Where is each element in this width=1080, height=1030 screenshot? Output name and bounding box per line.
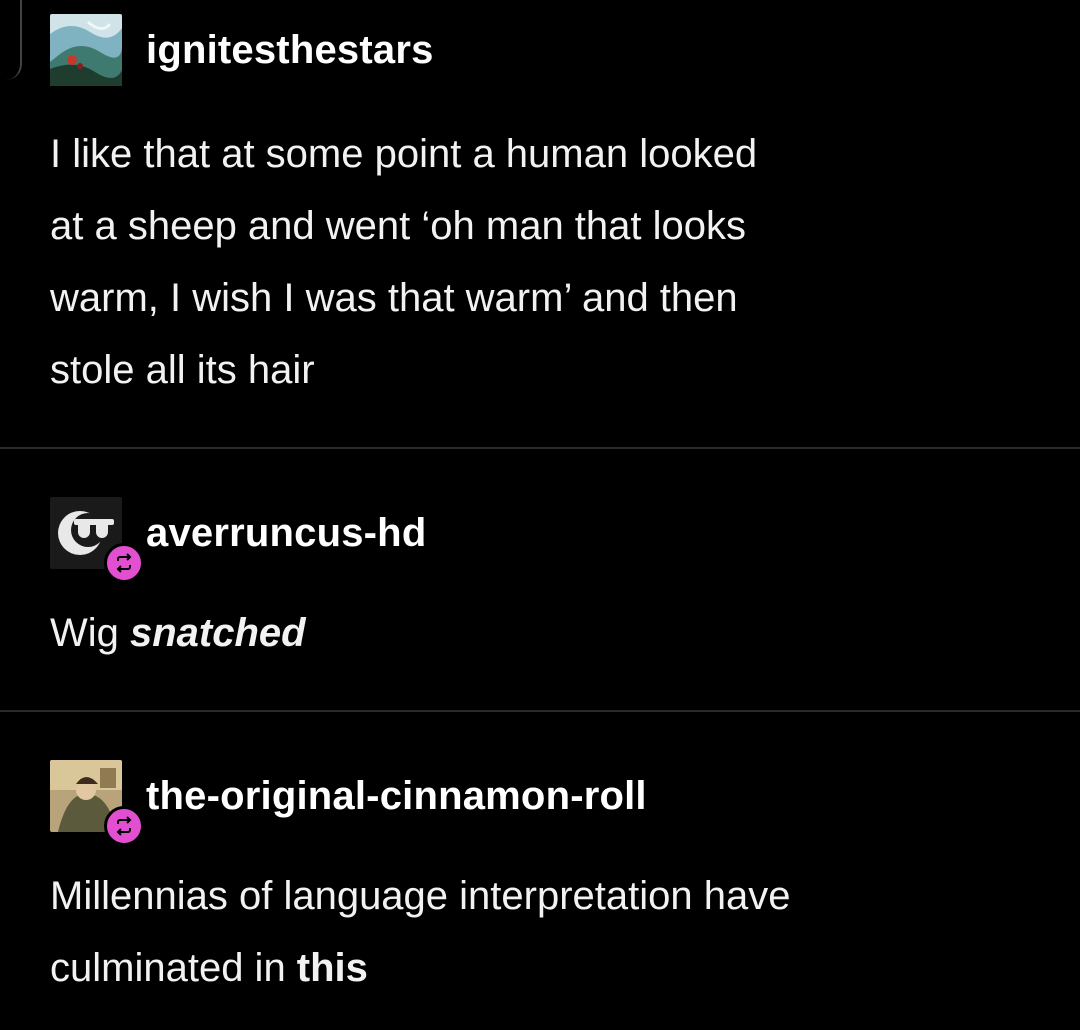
tumblr-thread: ignitesthestars I like that at some poin… [0, 0, 1080, 1030]
avatar[interactable] [50, 760, 144, 846]
post-body-line: I like that at some point a human looked [50, 132, 758, 176]
post-body-text: culminated in [50, 946, 297, 990]
post-header: ignitesthestars [50, 14, 434, 86]
avatar[interactable] [50, 14, 122, 86]
waterfall-avatar-icon [50, 14, 122, 86]
post-body-line: stole all its hair [50, 348, 315, 392]
post-body-text: Wig [50, 611, 130, 655]
reblog-icon [104, 806, 144, 846]
post-reblog: averruncus-hd Wig snatched [0, 449, 1080, 711]
post-body-line: culminated in this [50, 932, 1040, 1004]
post-body-line: warm, I wish I was that warm’ and then [50, 276, 738, 320]
post-body: I like that at some point a human looked… [50, 118, 1040, 406]
post-body: Millennias of language interpretation ha… [50, 860, 1040, 1004]
avatar[interactable] [50, 497, 144, 583]
username[interactable]: the-original-cinnamon-roll [146, 774, 647, 819]
reblog-icon [104, 543, 144, 583]
post-header: the-original-cinnamon-roll [50, 760, 647, 846]
username[interactable]: averruncus-hd [146, 511, 426, 556]
post-original: ignitesthestars I like that at some poin… [0, 0, 1080, 448]
post-header: averruncus-hd [50, 497, 426, 583]
post-body-emphasis: snatched [130, 611, 306, 655]
post-body: Wig snatched [50, 597, 1040, 669]
post-body-line: Millennias of language interpretation ha… [50, 874, 791, 918]
username[interactable]: ignitesthestars [146, 28, 434, 73]
post-reblog: the-original-cinnamon-roll Millennias of… [0, 712, 1080, 1030]
post-body-line: at a sheep and went ‘oh man that looks [50, 204, 747, 248]
post-body-bold: this [296, 946, 368, 990]
